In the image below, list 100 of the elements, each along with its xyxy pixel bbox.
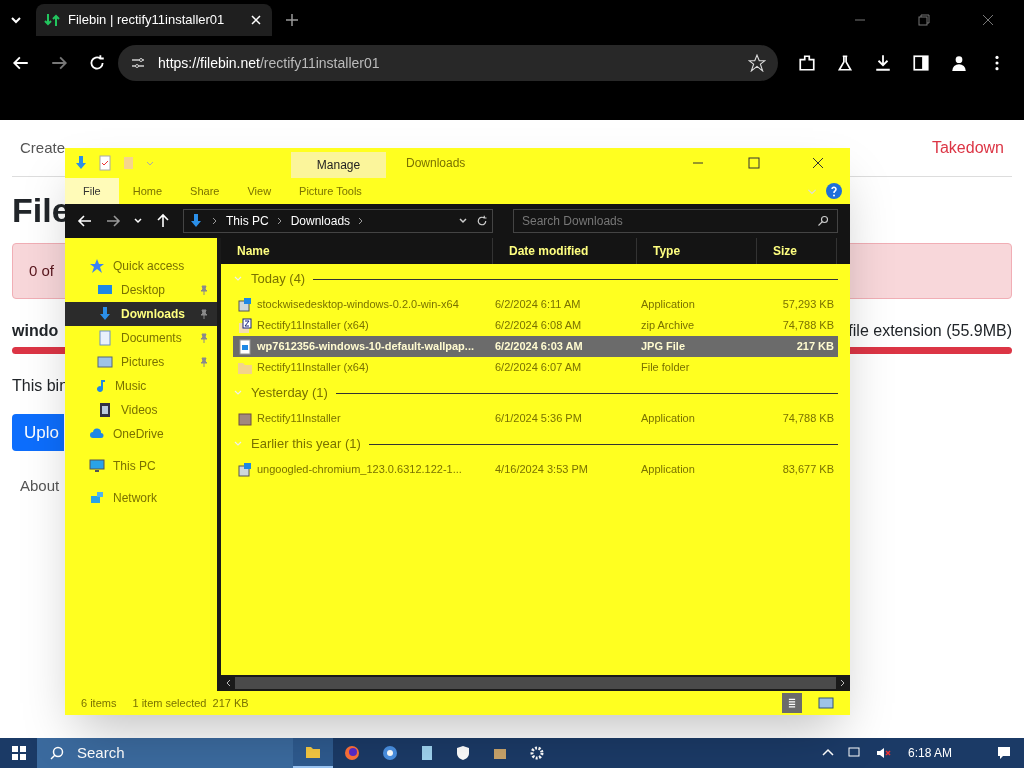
chevron-down-icon[interactable] (133, 216, 143, 226)
download-icon[interactable] (874, 54, 892, 72)
nav-item[interactable]: Network (65, 486, 217, 510)
ribbon-tab[interactable]: Home (118, 178, 177, 204)
nav-item[interactable]: Quick access (65, 254, 217, 278)
installer-icon (237, 410, 253, 427)
document-icon (97, 330, 113, 346)
notepad-icon[interactable] (419, 745, 435, 761)
help-icon[interactable] (826, 183, 842, 199)
new-tab-icon[interactable] (284, 12, 300, 28)
file-name: stockwisedesktop-windows-0.2.0-win-x64 (257, 297, 459, 313)
taskbar-app[interactable] (293, 738, 333, 768)
music-note-icon (97, 378, 107, 394)
date-cell-text: 4/16/2024 3:53 PM (494, 462, 589, 478)
puzzle-icon[interactable] (798, 54, 816, 72)
maximize-icon[interactable] (746, 155, 762, 171)
takedown-link[interactable]: Takedown (931, 136, 1004, 160)
date-cell-text: 6/2/2024 6:11 AM (494, 297, 582, 313)
group-header[interactable]: Yesterday (1) (251, 383, 328, 403)
forward-icon[interactable] (50, 54, 68, 72)
film-icon (97, 402, 113, 418)
refresh-icon[interactable] (476, 215, 488, 227)
settings-icon[interactable] (529, 745, 545, 761)
about-link[interactable]: About (12, 475, 68, 498)
firefox-icon[interactable] (344, 745, 360, 761)
ribbon-tab[interactable]: Picture Tools (285, 178, 376, 204)
selection-info: 1 item selected 217 KB (132, 695, 249, 711)
nav-item[interactable]: This PC (65, 454, 217, 478)
column-header[interactable]: Name (221, 238, 493, 264)
group-header[interactable]: Earlier this year (1) (251, 434, 361, 454)
ribbon-tab[interactable]: File (65, 178, 119, 204)
address-bar[interactable]: This PC Downloads (183, 209, 493, 233)
file-row[interactable]: wp7612356-windows-10-default-wallpap... 6/2/2024 6:03 AM JPG File 217 KB (233, 336, 838, 357)
pin-icon (199, 333, 209, 343)
scroll-right-icon[interactable] (840, 679, 846, 687)
star-icon (89, 258, 105, 274)
upload-button[interactable]: Uplo (12, 414, 64, 451)
scroll-left-icon[interactable] (225, 679, 231, 687)
picture-icon (97, 354, 113, 370)
column-header[interactable]: Type (637, 238, 757, 264)
back-icon[interactable] (12, 54, 30, 72)
back-icon[interactable] (77, 213, 93, 229)
horizontal-scrollbar[interactable] (221, 675, 850, 691)
nav-item[interactable]: Documents (65, 326, 217, 350)
nav-item[interactable]: OneDrive (65, 422, 217, 446)
nav-item[interactable]: Music (65, 374, 217, 398)
large-icons-view-icon[interactable] (818, 695, 834, 711)
file-row[interactable]: Rectify11Installer (x64) 6/2/2024 6:08 AM zip Archive 74,788 KB (233, 315, 838, 336)
pin-icon (199, 309, 209, 319)
clock[interactable]: 6:18 AM (907, 744, 952, 762)
chevron-right-icon (358, 217, 365, 225)
side-panel-icon[interactable] (912, 54, 930, 72)
file-name: Rectify11Installer (257, 411, 341, 427)
properties-icon[interactable] (97, 155, 113, 171)
group-header[interactable]: Today (4) (251, 269, 306, 289)
nav-item[interactable]: Videos (65, 398, 217, 422)
type-cell-text: File folder (641, 360, 691, 376)
window-title: Downloads (406, 155, 466, 172)
breadcrumb-item[interactable]: This PC (226, 212, 269, 230)
type-cell-text: zip Archive (641, 318, 696, 334)
notification-icon[interactable] (996, 745, 1012, 761)
column-header[interactable]: Size (757, 238, 837, 264)
chevron-down-icon[interactable] (458, 216, 468, 226)
restore-icon[interactable] (916, 12, 932, 28)
nav-item[interactable]: Desktop (65, 278, 217, 302)
file-row[interactable]: ungoogled-chromium_123.0.6312.122-1... 4/16/2024 3:53 PM Application 83,677 KB (233, 459, 838, 480)
file-row[interactable]: Rectify11Installer 6/1/2024 5:36 PM Application 74,788 KB (233, 408, 838, 429)
reload-icon[interactable] (88, 54, 106, 72)
address-bar[interactable]: https://filebin.net/rectify11installer01 (118, 45, 778, 81)
ribbon-tab[interactable]: Share (176, 178, 234, 204)
profile-icon[interactable] (950, 54, 968, 72)
nav-item[interactable]: Pictures (65, 350, 217, 374)
browser-icon[interactable] (382, 745, 398, 761)
muted-speaker-icon[interactable] (875, 745, 892, 761)
breadcrumb-item[interactable]: Downloads (290, 212, 351, 230)
browser-tab[interactable]: Filebin | rectify11installer01 (36, 4, 272, 36)
size-cell-text: 74,788 KB (782, 318, 834, 334)
shield-icon[interactable] (455, 745, 471, 761)
item-count: 6 items (81, 695, 117, 711)
size-cell-text: 57,293 KB (782, 297, 834, 313)
date-cell-text: 6/1/2024 5:36 PM (494, 411, 583, 427)
flask-icon[interactable] (836, 54, 854, 72)
search-field[interactable]: Search Downloads (513, 209, 838, 233)
ribbon-tab[interactable]: View (233, 178, 286, 204)
context-tab[interactable]: Manage (291, 152, 386, 178)
details-view-button[interactable] (782, 693, 802, 713)
nav-item[interactable]: Downloads (65, 302, 217, 326)
column-header[interactable]: Date modified (493, 238, 637, 264)
create-bin-link[interactable]: Create (20, 136, 66, 160)
star-icon[interactable] (748, 54, 766, 72)
file-name: windo (12, 321, 59, 341)
monitor-icon (89, 458, 105, 474)
taskbar-search-field[interactable]: Search (37, 738, 293, 768)
chevron-right-icon (212, 217, 218, 225)
file-row[interactable]: Rectify11Installer (x64) 6/2/2024 6:07 AM File folder (233, 357, 838, 378)
file-name: wp7612356-windows-10-default-wallpap... (257, 339, 474, 355)
close-icon[interactable] (810, 155, 826, 171)
up-arrow-icon[interactable] (155, 213, 171, 229)
forward-icon[interactable] (105, 213, 121, 229)
windows-logo-icon[interactable] (10, 745, 27, 761)
